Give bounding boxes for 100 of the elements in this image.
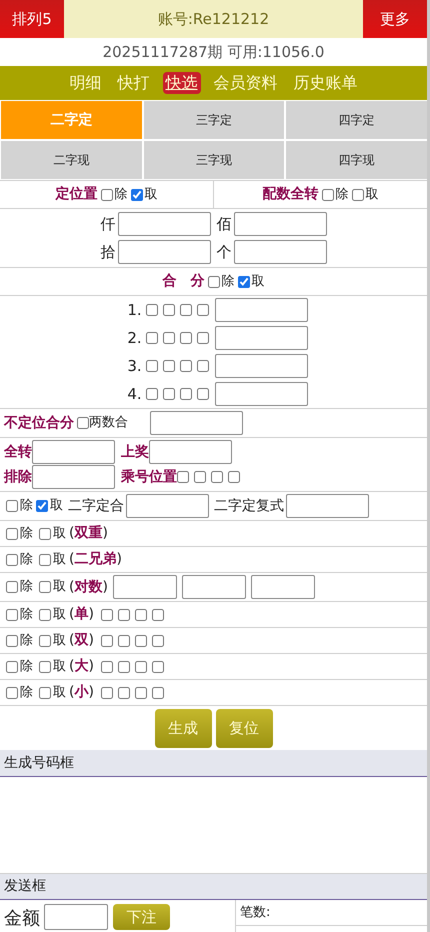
checkbox[interactable]: [100, 188, 112, 200]
section-title: 配数全转: [262, 185, 318, 204]
checkbox[interactable]: [146, 388, 158, 400]
checkbox[interactable]: [196, 332, 209, 344]
option-label: 除: [222, 272, 234, 291]
input-field[interactable]: [234, 240, 326, 264]
input-field[interactable]: [32, 440, 115, 464]
checkbox[interactable]: [6, 528, 18, 540]
checkbox[interactable]: [146, 304, 158, 316]
menu-button[interactable]: 排列5: [0, 0, 64, 38]
option-label: 取: [53, 550, 66, 569]
checkbox[interactable]: [196, 388, 209, 400]
checkbox[interactable]: [100, 608, 113, 620]
checkbox[interactable]: [100, 686, 113, 698]
checkbox[interactable]: [146, 360, 158, 372]
checkbox[interactable]: [194, 471, 206, 483]
play-tab[interactable]: 四字现: [286, 141, 427, 179]
checkbox[interactable]: [211, 471, 223, 483]
checkbox[interactable]: [352, 188, 364, 200]
checkbox[interactable]: [39, 528, 51, 540]
input-field[interactable]: [214, 298, 308, 322]
input-field[interactable]: [44, 904, 108, 930]
input-field[interactable]: [32, 465, 115, 489]
checkbox[interactable]: [39, 608, 51, 620]
checkbox[interactable]: [146, 332, 158, 344]
input-field[interactable]: [214, 354, 308, 378]
play-tab[interactable]: 四字定: [286, 101, 427, 139]
checkbox[interactable]: [134, 660, 147, 672]
row-number: 4.: [127, 384, 142, 405]
checkbox[interactable]: [152, 608, 164, 620]
checkbox[interactable]: [6, 660, 18, 672]
checkbox[interactable]: [100, 634, 113, 646]
checkbox[interactable]: [162, 360, 175, 372]
more-button[interactable]: 更多: [363, 0, 427, 38]
checkbox[interactable]: [180, 388, 192, 400]
input-field[interactable]: [214, 326, 308, 350]
checkbox[interactable]: [6, 686, 18, 698]
input-field[interactable]: [182, 575, 246, 599]
checkbox[interactable]: [39, 634, 51, 646]
input-field[interactable]: [286, 494, 369, 518]
play-tab[interactable]: 二字现: [1, 141, 142, 179]
checkbox[interactable]: [39, 660, 51, 672]
checkbox[interactable]: [322, 188, 334, 200]
checkbox[interactable]: [177, 471, 189, 483]
checkbox[interactable]: [162, 332, 175, 344]
option-label: 除: [20, 497, 33, 516]
option-label: 取: [144, 186, 158, 204]
input-field[interactable]: [112, 575, 177, 599]
field-label: 上奖: [121, 442, 149, 462]
checkbox[interactable]: [162, 304, 175, 316]
checkbox[interactable]: [152, 634, 164, 646]
period-balance-text: 20251117287期 可用:11056.0: [102, 42, 324, 63]
checkbox[interactable]: [196, 360, 209, 372]
checkbox[interactable]: [152, 686, 164, 698]
row-number: 3.: [127, 356, 142, 377]
checkbox[interactable]: [39, 686, 51, 698]
field-label: 个: [216, 242, 232, 263]
input-field[interactable]: [118, 212, 210, 236]
nav-tab[interactable]: 快选: [162, 72, 200, 94]
checkbox[interactable]: [228, 471, 240, 483]
checkbox[interactable]: [39, 554, 51, 566]
play-tab[interactable]: 三字现: [144, 141, 284, 179]
input-field[interactable]: [150, 411, 243, 435]
panel-title: 生成号码框: [4, 754, 74, 772]
checkbox[interactable]: [6, 634, 18, 646]
checkbox[interactable]: [134, 686, 147, 698]
checkbox[interactable]: [6, 608, 18, 620]
checkbox[interactable]: [152, 660, 164, 672]
checkbox[interactable]: [208, 276, 220, 288]
checkbox[interactable]: [6, 581, 18, 593]
checkbox[interactable]: [134, 634, 147, 646]
checkbox[interactable]: [77, 417, 89, 429]
checkbox[interactable]: [118, 660, 130, 672]
play-tab[interactable]: 三字定: [144, 101, 284, 139]
option-label: 除: [20, 550, 33, 569]
checkbox[interactable]: [134, 608, 147, 620]
checkbox[interactable]: [6, 500, 18, 512]
checkbox[interactable]: [180, 304, 192, 316]
input-field[interactable]: [214, 382, 308, 406]
checkbox[interactable]: [196, 304, 209, 316]
checkbox[interactable]: [6, 554, 18, 566]
checkbox[interactable]: [118, 608, 130, 620]
input-field[interactable]: [126, 494, 209, 518]
checkbox[interactable]: [36, 500, 48, 512]
checkbox[interactable]: [130, 188, 142, 200]
checkbox[interactable]: [39, 581, 51, 593]
filter-label: (对数): [69, 578, 108, 596]
option-label: 除: [20, 684, 33, 702]
checkbox[interactable]: [238, 276, 250, 288]
input-field[interactable]: [118, 240, 210, 264]
checkbox[interactable]: [180, 332, 192, 344]
checkbox[interactable]: [180, 360, 192, 372]
checkbox[interactable]: [100, 660, 113, 672]
checkbox[interactable]: [118, 686, 130, 698]
input-field[interactable]: [234, 212, 326, 236]
field-label: 全转: [4, 442, 32, 462]
input-field[interactable]: [250, 575, 315, 599]
input-field[interactable]: [149, 440, 232, 464]
checkbox[interactable]: [162, 388, 175, 400]
checkbox[interactable]: [118, 634, 130, 646]
